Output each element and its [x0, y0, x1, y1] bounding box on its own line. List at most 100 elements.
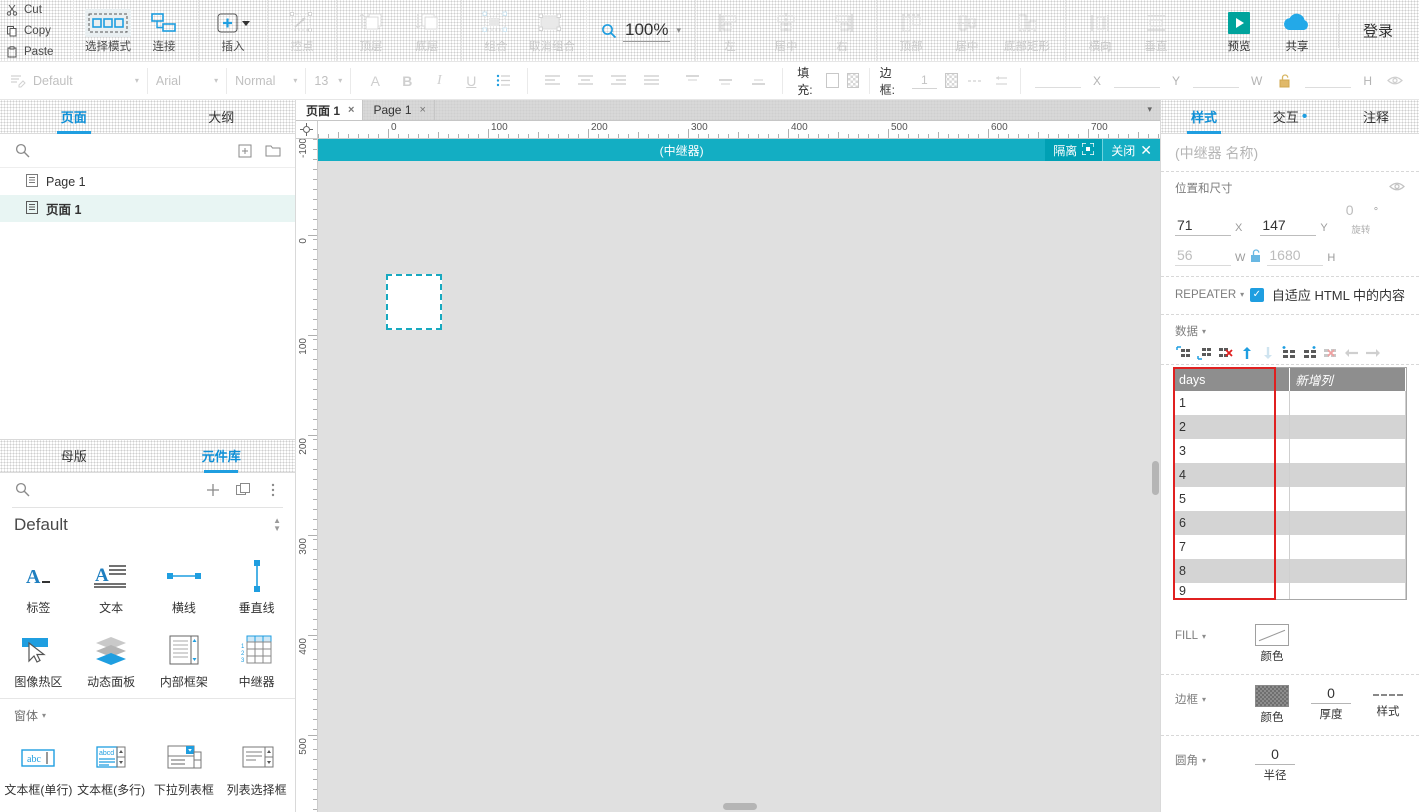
fill-gradient-swatch[interactable]: [846, 73, 859, 88]
table-cell[interactable]: 5: [1174, 487, 1291, 511]
duplicate-icon[interactable]: [233, 480, 253, 500]
add-column-before-icon[interactable]: [1280, 345, 1297, 360]
table-cell[interactable]: [1289, 391, 1406, 415]
library-selector[interactable]: Default ▲ ▼: [0, 508, 295, 542]
align-left-icon[interactable]: [542, 71, 562, 91]
stepper-icon[interactable]: ▲ ▼: [273, 517, 281, 533]
canvas-tab-page1[interactable]: Page 1 ×: [363, 100, 435, 120]
widget-text-area[interactable]: abcd 文本框(多行): [75, 730, 148, 804]
close-icon[interactable]: ×: [420, 104, 426, 116]
valign-top-icon[interactable]: [682, 71, 702, 91]
close-icon[interactable]: ×: [348, 104, 354, 116]
group-button[interactable]: 组合: [468, 4, 524, 58]
fill-color-swatch[interactable]: [1255, 624, 1289, 646]
paste-button[interactable]: Paste: [6, 42, 73, 61]
valign-bottom-icon[interactable]: [748, 71, 768, 91]
align-center-icon[interactable]: [575, 71, 595, 91]
border-width-input[interactable]: 1: [911, 73, 937, 89]
widget-repeater[interactable]: 123 中继器: [220, 622, 293, 696]
chevron-down-icon[interactable]: ▾: [676, 25, 681, 36]
canvas-tab-page-cn-1[interactable]: 页面 1 ×: [296, 100, 364, 120]
repeater-canvas-body[interactable]: [318, 161, 1160, 812]
table-cell[interactable]: [1289, 535, 1406, 559]
table-row[interactable]: 4: [1174, 463, 1406, 487]
table-cell[interactable]: 6: [1174, 511, 1291, 535]
table-row[interactable]: 6: [1174, 511, 1406, 535]
tab-notes[interactable]: 注释: [1333, 100, 1419, 133]
widget-image-hotspot[interactable]: 图像热区: [2, 622, 75, 696]
rotation-input[interactable]: 0: [1344, 202, 1370, 220]
delete-row-icon[interactable]: [1217, 345, 1234, 360]
italic-icon[interactable]: I: [429, 71, 449, 91]
font-weight-select[interactable]: Normal ▾: [227, 67, 307, 94]
align-middle-button[interactable]: 居中: [939, 4, 995, 58]
widget-checkbox[interactable]: 复选框: [2, 804, 75, 812]
add-folder-icon[interactable]: [263, 141, 283, 161]
table-cell[interactable]: 3: [1174, 439, 1291, 463]
selected-widget[interactable]: [386, 274, 442, 330]
font-color-icon[interactable]: A: [365, 71, 385, 91]
font-family-select[interactable]: Arial ▾: [148, 67, 228, 94]
table-cell[interactable]: [1289, 415, 1406, 439]
table-cell[interactable]: 9: [1174, 583, 1291, 599]
table-cell[interactable]: [1289, 583, 1406, 599]
table-cell[interactable]: [1289, 511, 1406, 535]
table-column-header[interactable]: 新增列: [1289, 368, 1406, 391]
lock-open-icon[interactable]: [1275, 71, 1295, 91]
border-style-icon[interactable]: [966, 71, 984, 91]
select-mode-button[interactable]: 选择模式: [80, 4, 136, 58]
widget-text-field[interactable]: abc 文本框(单行): [2, 730, 75, 804]
y-input[interactable]: 147: [1260, 217, 1317, 236]
widget-name-input[interactable]: (中继器 名称): [1161, 134, 1419, 172]
table-cell[interactable]: 4: [1174, 463, 1291, 487]
ungroup-button[interactable]: 取消组合: [524, 4, 580, 58]
cut-button[interactable]: Cut: [6, 0, 73, 19]
tab-interaction[interactable]: 交互 •: [1247, 100, 1333, 133]
eye-icon[interactable]: [1389, 181, 1405, 195]
section-forms[interactable]: 窗体 ▾: [0, 697, 295, 724]
underline-icon[interactable]: U: [461, 71, 481, 91]
chevron-down-icon[interactable]: ▾: [1202, 756, 1206, 765]
border-width-input[interactable]: 0: [1311, 685, 1351, 704]
border-color-swatch[interactable]: [944, 73, 959, 88]
bold-icon[interactable]: B: [397, 71, 417, 91]
widget-list-box[interactable]: 列表选择框: [220, 730, 293, 804]
style-select[interactable]: Default ▾: [0, 67, 148, 94]
connect-button[interactable]: 连接: [136, 4, 192, 58]
valign-middle-icon[interactable]: [715, 71, 735, 91]
copy-button[interactable]: Copy: [6, 21, 73, 40]
table-cell[interactable]: [1289, 463, 1406, 487]
insert-button[interactable]: 插入: [205, 4, 261, 58]
align-top-button[interactable]: 顶部: [883, 4, 939, 58]
font-size-select[interactable]: 13 ▾: [306, 67, 352, 94]
search-icon[interactable]: [12, 141, 32, 161]
align-justify-icon[interactable]: [641, 71, 661, 91]
table-cell[interactable]: [1289, 487, 1406, 511]
ruler-origin-icon[interactable]: [296, 121, 318, 138]
canvas-vertical-scrollbar[interactable]: [1151, 161, 1160, 800]
horizontal-ruler-track[interactable]: 0 100 200 300 400 500 600 700: [318, 121, 1160, 138]
scrollbar-thumb[interactable]: [1152, 461, 1159, 495]
move-column-right-icon[interactable]: [1364, 345, 1381, 360]
w-input[interactable]: [1192, 73, 1239, 88]
table-row[interactable]: 7: [1174, 535, 1406, 559]
login-button[interactable]: 登录: [1351, 20, 1405, 41]
table-cell[interactable]: 7: [1174, 535, 1291, 559]
delete-column-icon[interactable]: [1322, 345, 1339, 360]
search-icon[interactable]: [12, 480, 32, 500]
widget-vline[interactable]: 垂直线: [220, 548, 293, 622]
width-input[interactable]: 56: [1175, 247, 1231, 266]
table-row[interactable]: 5: [1174, 487, 1406, 511]
h-input[interactable]: [1305, 73, 1352, 88]
widget-dropdown[interactable]: 下拉列表框: [148, 730, 221, 804]
table-cell[interactable]: 1: [1174, 391, 1291, 415]
widget-hline[interactable]: 横线: [148, 548, 221, 622]
bring-to-front-button[interactable]: 顶层: [343, 4, 399, 58]
y-input[interactable]: [1113, 73, 1160, 88]
repeater-data-table[interactable]: days 新增列 123456789: [1174, 368, 1406, 599]
move-row-down-icon[interactable]: [1259, 345, 1276, 360]
table-row[interactable]: 8: [1174, 559, 1406, 583]
tab-outline[interactable]: 大纲: [148, 100, 296, 133]
lock-open-icon[interactable]: [1249, 246, 1263, 266]
table-cell[interactable]: 2: [1174, 415, 1291, 439]
